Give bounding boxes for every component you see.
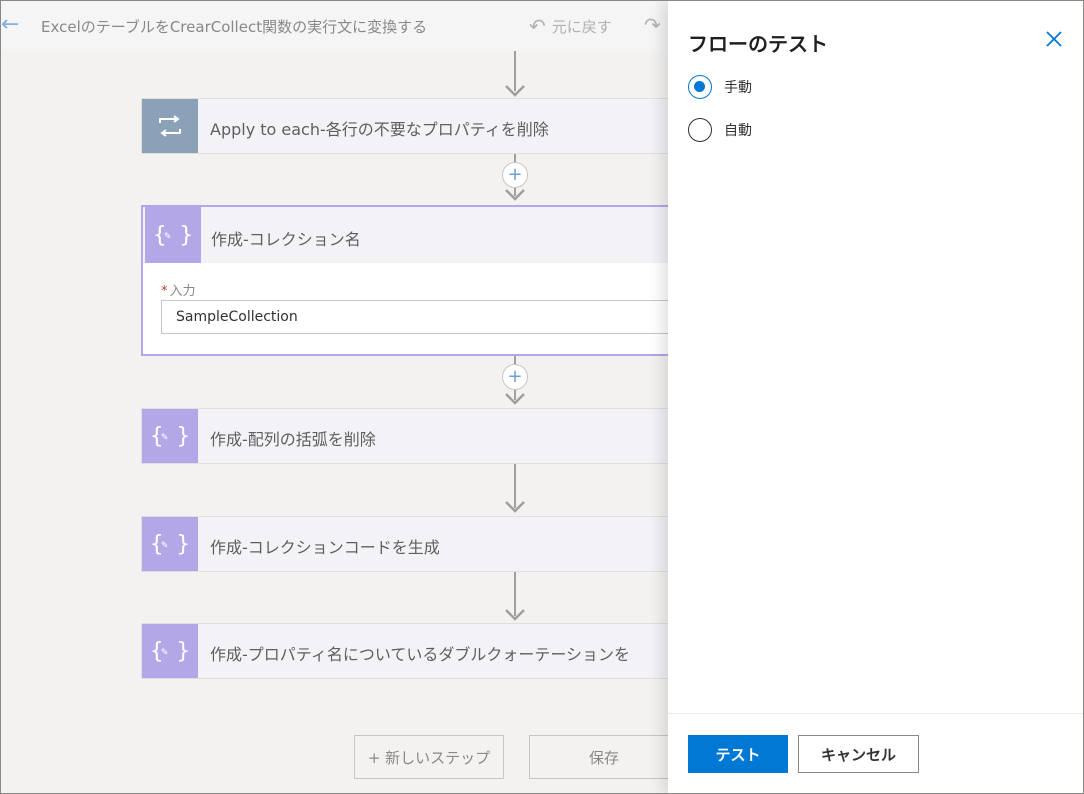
undo-label: 元に戻す	[551, 17, 612, 36]
required-marker: *	[161, 284, 168, 299]
radio-label: 手動	[724, 80, 752, 96]
step-title: 作成-プロパティ名についているダブルクォーテーションを	[210, 645, 631, 664]
panel-divider	[668, 713, 1083, 714]
compose-icon: { } ✎	[142, 409, 198, 463]
radio-option-manual[interactable]: 手動	[688, 75, 752, 99]
step-compose-remove-brackets[interactable]: { } ✎ 作成-配列の括弧を削除	[141, 408, 681, 464]
flow-title: ExcelのテーブルをCrearCollect関数の実行文に変換する	[41, 18, 428, 36]
back-arrow-icon[interactable]: ←	[1, 13, 23, 37]
arrow-down-icon	[505, 609, 525, 621]
close-icon[interactable]	[1042, 27, 1066, 51]
arrow-down-icon	[505, 393, 525, 405]
compose-icon: { } ✎	[142, 624, 198, 678]
arrow-down-icon	[505, 501, 525, 513]
test-button[interactable]: テスト	[688, 735, 788, 773]
step-title: 作成-コレクション名	[211, 230, 361, 249]
radio-option-auto[interactable]: 自動	[688, 118, 752, 142]
step-title: 作成-配列の括弧を削除	[210, 430, 376, 449]
panel-title: フローのテスト	[688, 32, 828, 56]
arrow-down-icon	[505, 189, 525, 201]
test-flow-panel: フローのテスト 手動 自動 テスト キャンセル	[668, 1, 1083, 793]
compose-input-field[interactable]	[161, 300, 681, 334]
redo-icon[interactable]: ↷	[644, 13, 661, 37]
input-label: * 入力	[161, 284, 196, 299]
save-button[interactable]: 保存	[529, 735, 679, 779]
undo-icon: ↶	[529, 14, 546, 38]
step-apply-to-each[interactable]: Apply to each-各行の不要なプロパティを削除	[141, 98, 681, 154]
arrow-down-icon	[505, 85, 525, 97]
compose-icon: { } ✎	[145, 207, 201, 263]
step-compose-remove-quotes[interactable]: { } ✎ 作成-プロパティ名についているダブルクォーテーションを	[141, 623, 681, 679]
cancel-button[interactable]: キャンセル	[798, 735, 919, 773]
insert-step-button[interactable]: +	[502, 162, 528, 188]
radio-label: 自動	[724, 123, 752, 139]
radio-button[interactable]	[688, 75, 712, 99]
step-title: Apply to each-各行の不要なプロパティを削除	[210, 120, 549, 139]
loop-icon	[142, 99, 198, 153]
step-title: 作成-コレクションコードを生成	[210, 538, 440, 557]
app-frame: ← ExcelのテーブルをCrearCollect関数の実行文に変換する ↶ 元…	[0, 0, 1084, 794]
new-step-button[interactable]: + 新しいステップ	[354, 735, 504, 779]
compose-icon: { } ✎	[142, 517, 198, 571]
insert-step-button[interactable]: +	[502, 364, 528, 390]
undo-button[interactable]: ↶ 元に戻す	[529, 13, 612, 39]
radio-button[interactable]	[688, 118, 712, 142]
step-compose-collection-name[interactable]: { } ✎ 作成-コレクション名 * 入力	[141, 205, 681, 356]
step-compose-generate-code[interactable]: { } ✎ 作成-コレクションコードを生成	[141, 516, 681, 572]
step-header: { } ✎ 作成-コレクション名	[143, 207, 679, 263]
